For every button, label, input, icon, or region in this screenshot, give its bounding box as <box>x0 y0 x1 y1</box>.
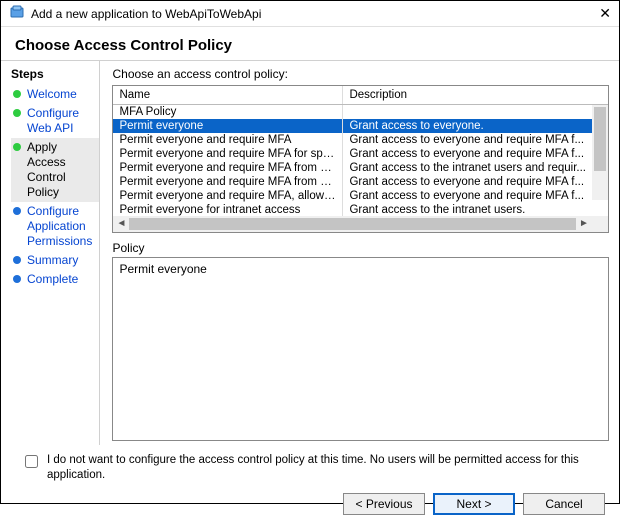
status-dot-icon <box>13 256 21 264</box>
app-icon <box>9 4 25 23</box>
steps-sidebar: Steps Welcome Configure Web API Apply Acce… <box>1 61 100 445</box>
sidebar-step-2[interactable]: Apply Access Control Policy <box>11 138 99 202</box>
step-label: Welcome <box>27 87 77 102</box>
table-row[interactable]: Permit everyoneGrant access to everyone. <box>113 119 592 133</box>
sidebar-step-4[interactable]: Summary <box>11 251 99 270</box>
cell-description: Grant access to everyone. <box>343 119 592 133</box>
step-label: Configure Application Permissions <box>27 204 97 249</box>
cell-name: Permit everyone and require MFA <box>113 133 343 147</box>
chevron-right-icon[interactable]: ► <box>576 216 592 232</box>
cell-name: MFA Policy <box>113 105 343 119</box>
window-title: Add a new application to WebApiToWebApi <box>31 7 261 21</box>
table-row[interactable]: Permit everyone and require MFA from una… <box>113 175 592 189</box>
sidebar-step-3[interactable]: Configure Application Permissions <box>11 202 99 251</box>
policy-prompt: Choose an access control policy: <box>112 67 609 81</box>
sidebar-step-1[interactable]: Configure Web API <box>11 104 99 138</box>
cell-name: Permit everyone <box>113 119 343 133</box>
cell-description <box>343 105 592 119</box>
status-dot-icon <box>13 109 21 117</box>
policy-table[interactable]: Name Description MFA PolicyPermit everyo… <box>112 85 609 233</box>
column-header-name[interactable]: Name <box>113 86 343 104</box>
cell-description: Grant access to everyone and require MFA… <box>343 175 592 189</box>
policy-detail-text: Permit everyone <box>119 262 206 276</box>
table-row[interactable]: Permit everyone and require MFA from ext… <box>113 161 592 175</box>
cell-description: Grant access to the intranet users. <box>343 203 592 216</box>
policy-detail-box: Permit everyone <box>112 257 609 441</box>
policy-detail-label: Policy <box>112 241 609 255</box>
cell-name: Permit everyone and require MFA from ext… <box>113 161 343 175</box>
cell-description: Grant access to everyone and require MFA… <box>343 147 592 161</box>
sidebar-step-5[interactable]: Complete <box>11 270 99 289</box>
table-row[interactable]: Permit everyone and require MFAGrant acc… <box>113 133 592 147</box>
chevron-left-icon[interactable]: ◄ <box>113 216 129 232</box>
step-label: Apply Access Control Policy <box>27 140 97 200</box>
column-header-description[interactable]: Description <box>343 86 608 104</box>
step-label: Complete <box>27 272 78 287</box>
sidebar-step-0[interactable]: Welcome <box>11 85 99 104</box>
cell-name: Permit everyone and require MFA from una… <box>113 175 343 189</box>
page-heading: Choose Access Control Policy <box>1 27 619 60</box>
steps-heading: Steps <box>11 67 99 81</box>
table-row[interactable]: Permit everyone for intranet accessGrant… <box>113 203 592 216</box>
cell-name: Permit everyone for intranet access <box>113 203 343 216</box>
horizontal-scrollbar[interactable]: ◄ ► <box>113 216 608 232</box>
step-label: Configure Web API <box>27 106 97 136</box>
status-dot-icon <box>13 207 21 215</box>
table-row[interactable]: MFA Policy <box>113 105 592 119</box>
status-dot-icon <box>13 90 21 98</box>
skip-checkbox[interactable] <box>25 455 38 468</box>
cell-name: Permit everyone and require MFA for spec… <box>113 147 343 161</box>
cell-name: Permit everyone and require MFA, allow a… <box>113 189 343 203</box>
status-dot-icon <box>13 143 21 151</box>
cell-description: Grant access to everyone and require MFA… <box>343 189 592 203</box>
table-row[interactable]: Permit everyone and require MFA for spec… <box>113 147 592 161</box>
skip-label[interactable]: I do not want to configure the access co… <box>47 453 599 483</box>
close-icon[interactable]: ✕ <box>599 5 611 22</box>
status-dot-icon <box>13 275 21 283</box>
vertical-scrollbar[interactable] <box>592 105 608 200</box>
step-label: Summary <box>27 253 78 268</box>
cell-description: Grant access to everyone and require MFA… <box>343 133 592 147</box>
cell-description: Grant access to the intranet users and r… <box>343 161 592 175</box>
table-row[interactable]: Permit everyone and require MFA, allow a… <box>113 189 592 203</box>
